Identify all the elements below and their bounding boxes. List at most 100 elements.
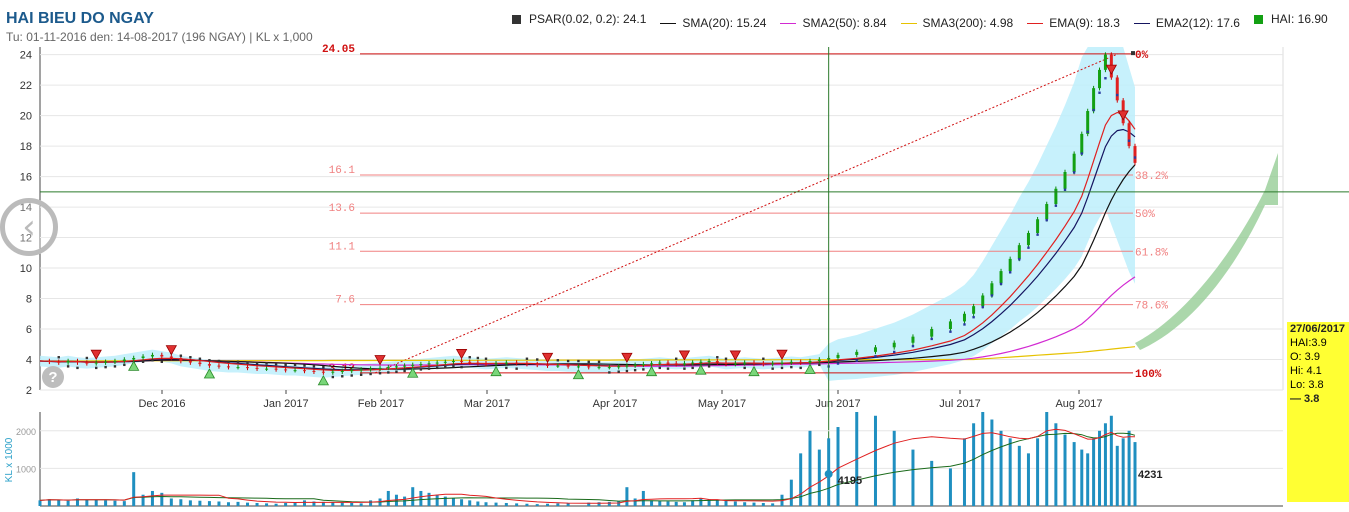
- volume-bar: [85, 499, 89, 506]
- candle-body: [494, 363, 498, 365]
- psar-dot: [293, 363, 297, 367]
- candle-body: [198, 362, 202, 365]
- volume-bar: [246, 502, 250, 506]
- candle-body: [47, 361, 51, 363]
- candle-body: [1036, 219, 1040, 233]
- candle-body: [1017, 245, 1021, 259]
- x-tick-label: Aug 2017: [1055, 398, 1102, 410]
- candle-body: [179, 357, 183, 362]
- psar-dot: [387, 371, 390, 374]
- volume-bar: [419, 490, 423, 506]
- psar-dot: [141, 360, 145, 363]
- psar-dot: [484, 357, 488, 360]
- volume-bar: [350, 502, 354, 506]
- volume-bar: [104, 500, 108, 506]
- volume-bar: [1063, 434, 1067, 506]
- candle-body: [217, 365, 221, 367]
- psar-dot: [818, 363, 821, 367]
- candle-body: [808, 361, 812, 363]
- candle-body: [607, 367, 611, 369]
- candle-body: [443, 361, 447, 363]
- volume-bar: [699, 498, 703, 506]
- candle-body: [274, 368, 278, 370]
- candle-body: [403, 365, 407, 367]
- candle-body: [169, 356, 173, 358]
- psar-dot: [836, 362, 840, 365]
- volume-bar: [468, 500, 472, 506]
- candle-body: [546, 364, 550, 366]
- volume-bar: [836, 427, 840, 506]
- candle-body: [122, 359, 126, 362]
- volume-value-label: 4195: [838, 475, 862, 487]
- volume-bar: [274, 503, 278, 506]
- volume-bar: [981, 412, 985, 506]
- candle-body: [715, 361, 719, 363]
- y-tick-label: 10: [20, 263, 32, 275]
- chevron-left-icon[interactable]: ‹: [0, 198, 58, 256]
- volume-bar: [666, 501, 670, 506]
- psar-dot: [151, 359, 154, 362]
- candle-body: [302, 370, 306, 372]
- psar-dot: [66, 365, 70, 368]
- candle-body: [94, 362, 98, 364]
- psar-dot: [963, 323, 966, 326]
- candle-body: [999, 271, 1003, 284]
- help-icon[interactable]: ?: [42, 366, 64, 388]
- price-chart[interactable]: 24681012141618202224Dec 2016 Jan 2017 Feb …: [0, 0, 1349, 512]
- candle-body: [1008, 258, 1012, 272]
- psar-dot: [95, 366, 98, 370]
- candle-body: [990, 283, 994, 296]
- candle-body: [57, 361, 61, 363]
- volume-bar: [451, 498, 455, 506]
- psar-dot: [515, 367, 518, 370]
- volume-bar: [359, 503, 363, 506]
- volume-bar: [556, 503, 560, 506]
- candle-body: [1072, 153, 1076, 173]
- volume-bar: [1121, 438, 1125, 506]
- volume-bar: [132, 472, 136, 506]
- psar-dot: [341, 375, 344, 378]
- psar-dot: [716, 356, 719, 359]
- candle-body: [66, 361, 70, 363]
- volume-tick-label: 2000: [16, 427, 36, 437]
- candle-body: [641, 364, 645, 366]
- psar-dot: [675, 357, 678, 360]
- psar-dot: [949, 330, 952, 333]
- candle-body: [369, 368, 373, 370]
- volume-bar: [625, 487, 629, 506]
- psar-dot: [198, 357, 202, 360]
- psar-dot: [265, 362, 268, 365]
- volume-bar: [169, 498, 173, 506]
- volume-bar: [150, 490, 154, 506]
- x-tick-label: Jul 2017: [939, 398, 981, 410]
- candle-body: [435, 362, 439, 364]
- candle-body: [625, 365, 629, 367]
- psar-dot: [1027, 246, 1030, 249]
- y-tick-label: 18: [20, 141, 32, 153]
- volume-ma-long: [39, 432, 1136, 503]
- psar-end-dot: [1131, 51, 1135, 56]
- candle-body: [699, 361, 703, 363]
- candle-body: [378, 367, 382, 369]
- volume-bar: [948, 468, 952, 506]
- volume-bar: [1133, 442, 1137, 506]
- psar-dot: [790, 365, 793, 369]
- y-tick-label: 16: [20, 172, 32, 184]
- volume-bar: [607, 501, 611, 506]
- y-tick-label: 22: [20, 80, 32, 92]
- candle-body: [85, 362, 89, 364]
- psar-dot: [303, 364, 306, 367]
- psar-dot: [707, 365, 711, 368]
- volume-bar: [476, 501, 480, 506]
- candle-body: [780, 362, 784, 364]
- psar-dot: [577, 359, 580, 363]
- psar-dot: [855, 359, 858, 362]
- volume-marker: [824, 470, 833, 478]
- candle-body: [1103, 54, 1107, 70]
- candle-body: [733, 363, 737, 365]
- psar-dot: [1054, 204, 1058, 207]
- fibonacci-pct-label: 78.6%: [1135, 301, 1168, 313]
- candle-body: [236, 367, 240, 369]
- candle-body: [460, 361, 464, 363]
- fibonacci-value-label: 16.1: [329, 165, 356, 177]
